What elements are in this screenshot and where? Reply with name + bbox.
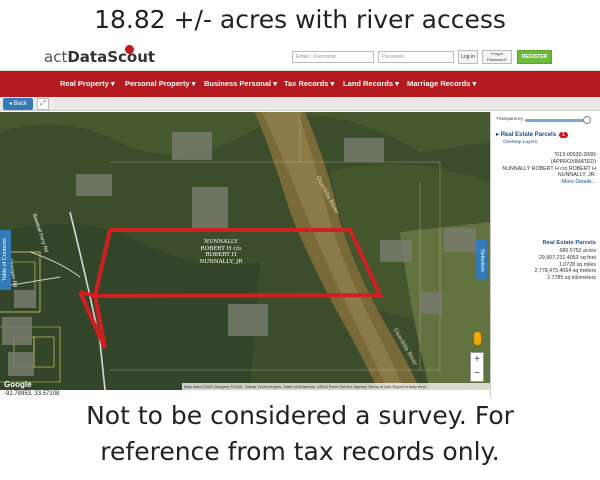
nav-business-personal[interactable]: Business Personal ▾ <box>204 71 277 97</box>
app-frame: actDataScout Email / Username Password L… <box>0 42 600 398</box>
satellite-map[interactable]: NUNNALLY ROBERT H c/o ROBERT H NUNNALLY,… <box>0 112 490 390</box>
app-header: actDataScout Email / Username Password L… <box>0 42 600 71</box>
parcel-stats: 686.5752 acres 29,907,231.4053 sq feet 1… <box>496 248 596 282</box>
nav-personal-property[interactable]: Personal Property ▾ <box>125 71 195 97</box>
layer-row[interactable]: ▸ Real Estate Parcels 1 <box>496 131 568 138</box>
stats-title: Real Estate Parcels <box>542 240 597 246</box>
transparency-slider[interactable] <box>525 119 585 122</box>
google-logo: Google <box>4 380 32 389</box>
zoom-in-button[interactable]: + <box>471 353 483 367</box>
street-view-pegman-icon[interactable] <box>474 332 481 345</box>
zoom-control: + − <box>470 352 484 382</box>
parcel-details: *013-00530-200R (APPROXIMATED) NUNNALLY … <box>496 152 596 186</box>
parcel-id: *013-00530-200R <box>554 152 596 158</box>
stat-sqmiles: 1.0728 sq miles <box>558 261 596 268</box>
map-toolbar: ◂ Back ⤢ <box>0 97 600 111</box>
logo-burst-icon <box>125 45 134 54</box>
expand-icon[interactable]: ⤢ <box>37 98 49 110</box>
layer-count-badge: 1 <box>559 132 568 138</box>
logo-prefix: act <box>44 48 68 66</box>
more-details-link[interactable]: More Details... <box>496 179 596 186</box>
register-button[interactable]: REGISTER <box>517 50 552 64</box>
nav-real-property[interactable]: Real Property ▾ <box>60 71 115 97</box>
forgot-password-link[interactable]: Forgot Password? <box>482 50 512 64</box>
table-of-contents-tab[interactable]: Table of Contents <box>0 230 11 290</box>
parcel-owner-label: NUNNALLY ROBERT H c/o ROBERT H NUNNALLY,… <box>199 239 243 265</box>
stat-sqkm: 2.7785 sq kilometers <box>547 275 596 282</box>
coordinate-readout: -92.78953, 33.57108 <box>4 391 60 397</box>
nav-land-records[interactable]: Land Records ▾ <box>343 71 399 97</box>
back-button[interactable]: ◂ Back <box>3 98 33 110</box>
parcel-approx: (APPROXIMATED) <box>550 158 596 165</box>
caption-bottom-line-1: Not to be considered a survey. For <box>86 401 514 430</box>
stat-sqmeters: 2,778,475.4064 sq meters <box>534 268 596 275</box>
stat-acres: 686.5752 acres <box>559 248 596 254</box>
onemap-layers-link[interactable]: OneMap Layers <box>503 140 537 145</box>
logo[interactable]: actDataScout <box>44 48 155 66</box>
transparency-label: Transparency <box>496 116 524 121</box>
main-nav: Real Property ▾ Personal Property ▾ Busi… <box>0 71 600 97</box>
parcel-owner-line-2: NUNNALLY, JR. <box>557 172 596 179</box>
zoom-out-button[interactable]: − <box>471 367 483 381</box>
side-panel: Transparency ▸ Real Estate Parcels 1 OneM… <box>490 112 600 398</box>
stat-sqfeet: 29,907,231.4053 sq feet <box>538 254 596 261</box>
selection-tab[interactable]: Selection <box>476 240 487 280</box>
login-button[interactable]: Log in <box>458 50 478 64</box>
map-attribution[interactable]: Map data ©2020 Imagery ©2020 , Maxar Tec… <box>182 383 490 390</box>
caption-top: 18.82 +/- acres with river access <box>94 5 506 34</box>
logo-suffix: DataScout <box>67 48 156 66</box>
email-field[interactable]: Email / Username <box>292 51 374 63</box>
caption-bottom-line-2: reference from tax records only. <box>100 437 500 466</box>
nav-marriage-records[interactable]: Marriage Records ▾ <box>407 71 476 97</box>
transparency-slider-handle[interactable] <box>583 116 591 124</box>
parcel-owner-line-1: NUNNALLY ROBERT H c/o ROBERT H <box>502 165 596 172</box>
nav-tax-records[interactable]: Tax Records ▾ <box>284 71 334 97</box>
password-field[interactable]: Password <box>378 51 454 63</box>
caption-bottom: Not to be considered a survey. For refer… <box>0 398 600 478</box>
layer-name: Real Estate Parcels <box>500 132 557 138</box>
